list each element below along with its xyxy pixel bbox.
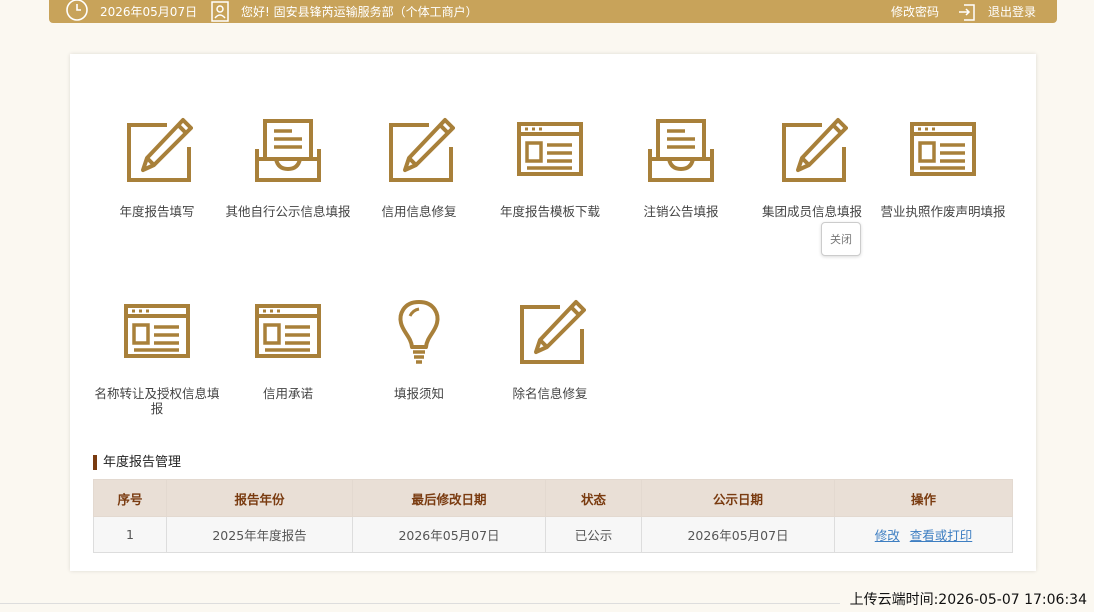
logout-group[interactable]: 退出登录 <box>957 0 1036 23</box>
top-bar: 2026年05月07日 您好! 固安县锋芮运输服务部（个体工商户） 修改密码 退… <box>49 0 1057 23</box>
table-header-row: 序号 报告年份 最后修改日期 状态 公示日期 操作 <box>93 479 1013 517</box>
tile-label: 信用信息修复 <box>381 204 457 219</box>
tile-group-member-info[interactable]: 集团成员信息填报 <box>742 117 882 219</box>
view-or-print-link[interactable]: 查看或打印 <box>910 528 973 543</box>
tile-other-public-info[interactable]: 其他自行公示信息填报 <box>218 117 358 219</box>
logout-icon[interactable] <box>957 2 977 22</box>
logout-link[interactable]: 退出登录 <box>988 3 1036 20</box>
col-header-report-year: 报告年份 <box>166 479 353 517</box>
lightbulb-icon <box>398 300 440 364</box>
section-title-annual-report: 年度报告管理 <box>93 455 181 470</box>
bottom-divider <box>0 603 840 604</box>
col-header-publish-date: 公示日期 <box>641 479 835 517</box>
inbox-tray-icon <box>648 119 714 182</box>
edit-form-icon <box>389 118 455 182</box>
browser-window-icon <box>255 304 321 358</box>
col-header-last-modified: 最后修改日期 <box>352 479 546 517</box>
modify-link[interactable]: 修改 <box>875 528 900 543</box>
user-badge-icon <box>211 0 229 22</box>
col-header-index: 序号 <box>93 479 167 517</box>
tile-filing-instructions[interactable]: 填报须知 <box>349 299 489 401</box>
date-group: 2026年05月07日 <box>65 0 197 23</box>
current-date: 2026年05月07日 <box>100 5 198 19</box>
col-header-actions: 操作 <box>834 479 1013 517</box>
cell-status: 已公示 <box>545 516 642 553</box>
tile-label: 注销公告填报 <box>643 204 719 219</box>
tile-label: 年度报告填写 <box>119 204 195 219</box>
inbox-tray-icon <box>255 119 321 182</box>
col-header-status: 状态 <box>545 479 642 517</box>
edit-form-icon <box>782 118 848 182</box>
main-card: 年度报告填写 其他自行公示信息填报 信用信息修复 年度报告模板下载 注销公告填报… <box>70 54 1036 571</box>
tile-credit-repair[interactable]: 信用信息修复 <box>349 117 489 219</box>
tile-label: 其他自行公示信息填报 <box>225 204 351 219</box>
cell-report-year: 2025年年度报告 <box>166 516 353 553</box>
tile-license-void-statement[interactable]: 营业执照作废声明填报 <box>873 117 1013 219</box>
tile-annual-report-fill[interactable]: 年度报告填写 <box>87 117 227 219</box>
tile-label: 年度报告模板下载 <box>499 204 600 219</box>
tile-template-download[interactable]: 年度报告模板下载 <box>480 117 620 219</box>
close-tooltip[interactable]: 关闭 <box>821 222 861 256</box>
change-password-link[interactable]: 修改密码 <box>891 0 939 23</box>
tile-deregistration-notice[interactable]: 注销公告填报 <box>611 117 751 219</box>
browser-window-icon <box>124 304 190 358</box>
edit-form-icon <box>520 300 586 364</box>
cell-actions: 修改 查看或打印 <box>834 516 1013 553</box>
annual-report-table: 序号 报告年份 最后修改日期 状态 公示日期 操作 1 2025年年度报告 20… <box>93 479 1013 553</box>
tile-label: 名称转让及授权信息填报 <box>94 386 220 416</box>
tile-label: 填报须知 <box>393 386 444 401</box>
edit-form-icon <box>127 118 193 182</box>
clock-icon <box>66 0 88 21</box>
tile-credit-commitment[interactable]: 信用承诺 <box>218 299 358 401</box>
table-row: 1 2025年年度报告 2026年05月07日 已公示 2026年05月07日 … <box>93 516 1013 553</box>
tile-label: 营业执照作废声明填报 <box>880 204 1006 219</box>
cell-last-modified: 2026年05月07日 <box>352 516 546 553</box>
browser-window-icon <box>517 122 583 176</box>
tile-label: 信用承诺 <box>262 386 313 401</box>
upload-time-text: 上传云端时间:2026-05-07 17:06:34 <box>849 592 1087 608</box>
greeting-text: 您好! 固安县锋芮运输服务部（个体工商户） <box>241 5 478 19</box>
greeting-group: 您好! 固安县锋芮运输服务部（个体工商户） <box>211 0 478 23</box>
cell-publish-date: 2026年05月07日 <box>641 516 835 553</box>
tile-removal-info-repair[interactable]: 除名信息修复 <box>480 299 620 401</box>
tile-label: 除名信息修复 <box>512 386 588 401</box>
tile-name-transfer-authorization[interactable]: 名称转让及授权信息填报 <box>87 299 227 416</box>
cell-index: 1 <box>93 516 167 553</box>
browser-window-icon <box>910 122 976 176</box>
tile-label: 集团成员信息填报 <box>761 204 862 219</box>
